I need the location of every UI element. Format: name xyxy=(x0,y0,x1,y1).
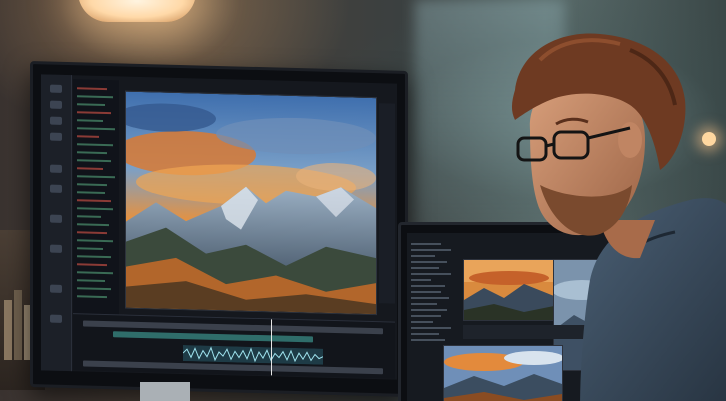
photo-scene xyxy=(0,0,726,401)
monitor-stand xyxy=(140,382,190,401)
tool-panel xyxy=(41,74,72,372)
man-with-glasses xyxy=(511,33,726,401)
editing-app xyxy=(41,74,397,380)
image-viewport[interactable] xyxy=(125,90,377,316)
playhead[interactable] xyxy=(271,319,272,376)
mountain-landscape-image xyxy=(125,91,376,315)
properties-panel xyxy=(379,103,395,304)
main-monitor xyxy=(30,61,408,397)
layers-panel xyxy=(73,79,119,321)
audio-waveform xyxy=(183,345,323,365)
ceiling-lamp xyxy=(78,0,196,22)
timeline-panel[interactable] xyxy=(73,313,395,379)
